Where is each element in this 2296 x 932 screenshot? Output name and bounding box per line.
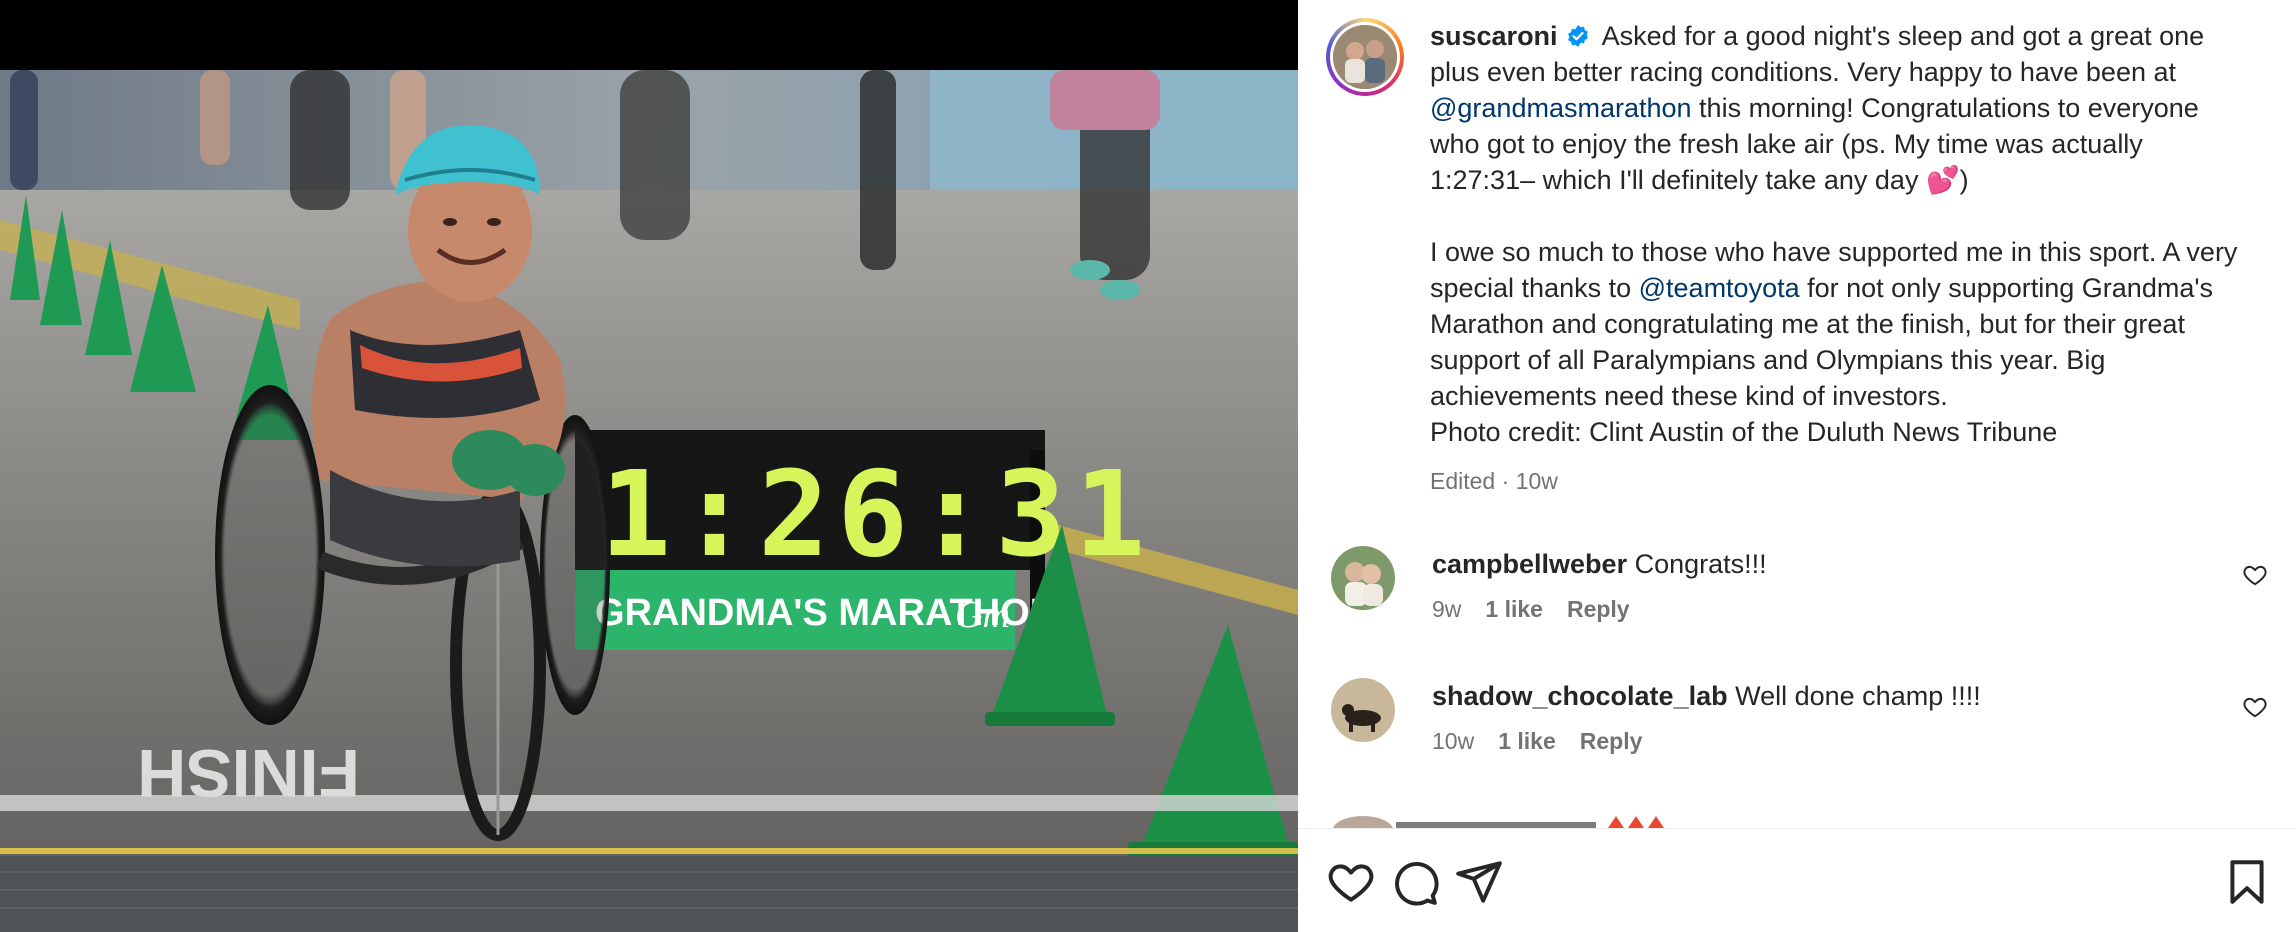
post-photo[interactable]: 1:26:31 GRANDMA'S MARATHON Gm FINISH [0,0,1298,932]
race-finish-photo: 1:26:31 GRANDMA'S MARATHON Gm FINISH [0,0,1298,932]
caption-paragraph-2: I owe so much to those who have supporte… [1430,234,2250,414]
comment-age[interactable]: 9w [1432,596,1461,623]
post-meta: Edited · 10w [1430,468,2250,495]
banner-logo: Gm [955,594,1010,636]
commenter-avatar[interactable] [1331,678,1395,742]
heart-icon[interactable] [2242,694,2268,720]
comment-item: shadow_chocolate_lab Well done champ !!!… [1326,678,2276,755]
mention-teamtoyota[interactable]: @teamtoyota [1639,273,1800,303]
mention-grandmasmarathon[interactable]: @grandmasmarathon [1430,93,1692,123]
verified-badge-icon [1566,21,1590,47]
comment-username[interactable]: campbellweber [1432,549,1627,579]
caption-text: suscaroni Asked for a good night's sleep… [1430,18,2250,450]
comment-likes[interactable]: 1 like [1498,728,1556,755]
comment-reply-button[interactable]: Reply [1567,596,1630,623]
post-age[interactable]: 10w [1516,468,1558,494]
heart-icon[interactable] [2242,562,2268,588]
commenter-avatar[interactable] [1331,546,1395,610]
comment-age[interactable]: 10w [1432,728,1474,755]
comments-scroll-area[interactable]: suscaroni Asked for a good night's sleep… [1298,0,2296,828]
heart-icon[interactable] [1326,857,1376,907]
bookmark-icon[interactable] [2222,857,2272,907]
paper-plane-icon[interactable] [1454,857,1504,907]
instagram-post-view: 1:26:31 GRANDMA'S MARATHON Gm FINISH sus… [0,0,2296,932]
author-avatar-image [1333,25,1397,89]
author-username[interactable]: suscaroni [1430,21,1558,51]
edited-label: Edited [1430,468,1496,494]
comment-username[interactable]: shadow_chocolate_lab [1432,681,1728,711]
post-caption: suscaroni Asked for a good night's sleep… [1326,18,2266,495]
comment-bubble-icon[interactable] [1390,857,1440,907]
meta-separator: · [1501,468,1510,494]
comment-reply-button[interactable]: Reply [1580,728,1643,755]
photo-credit: Photo credit: Clint Austin of the Duluth… [1430,417,2058,447]
partial-comment-item [1326,808,2276,828]
author-avatar[interactable] [1326,18,1404,96]
post-action-bar [1298,828,2296,932]
post-details-panel: suscaroni Asked for a good night's sleep… [1298,0,2296,932]
comment-item: campbellweber Congrats!!! 9w 1 like Repl… [1326,546,2276,623]
comment-text: Congrats!!! [1634,549,1767,579]
comment-text: Well done champ !!!! [1735,681,1981,711]
comment-likes[interactable]: 1 like [1485,596,1543,623]
